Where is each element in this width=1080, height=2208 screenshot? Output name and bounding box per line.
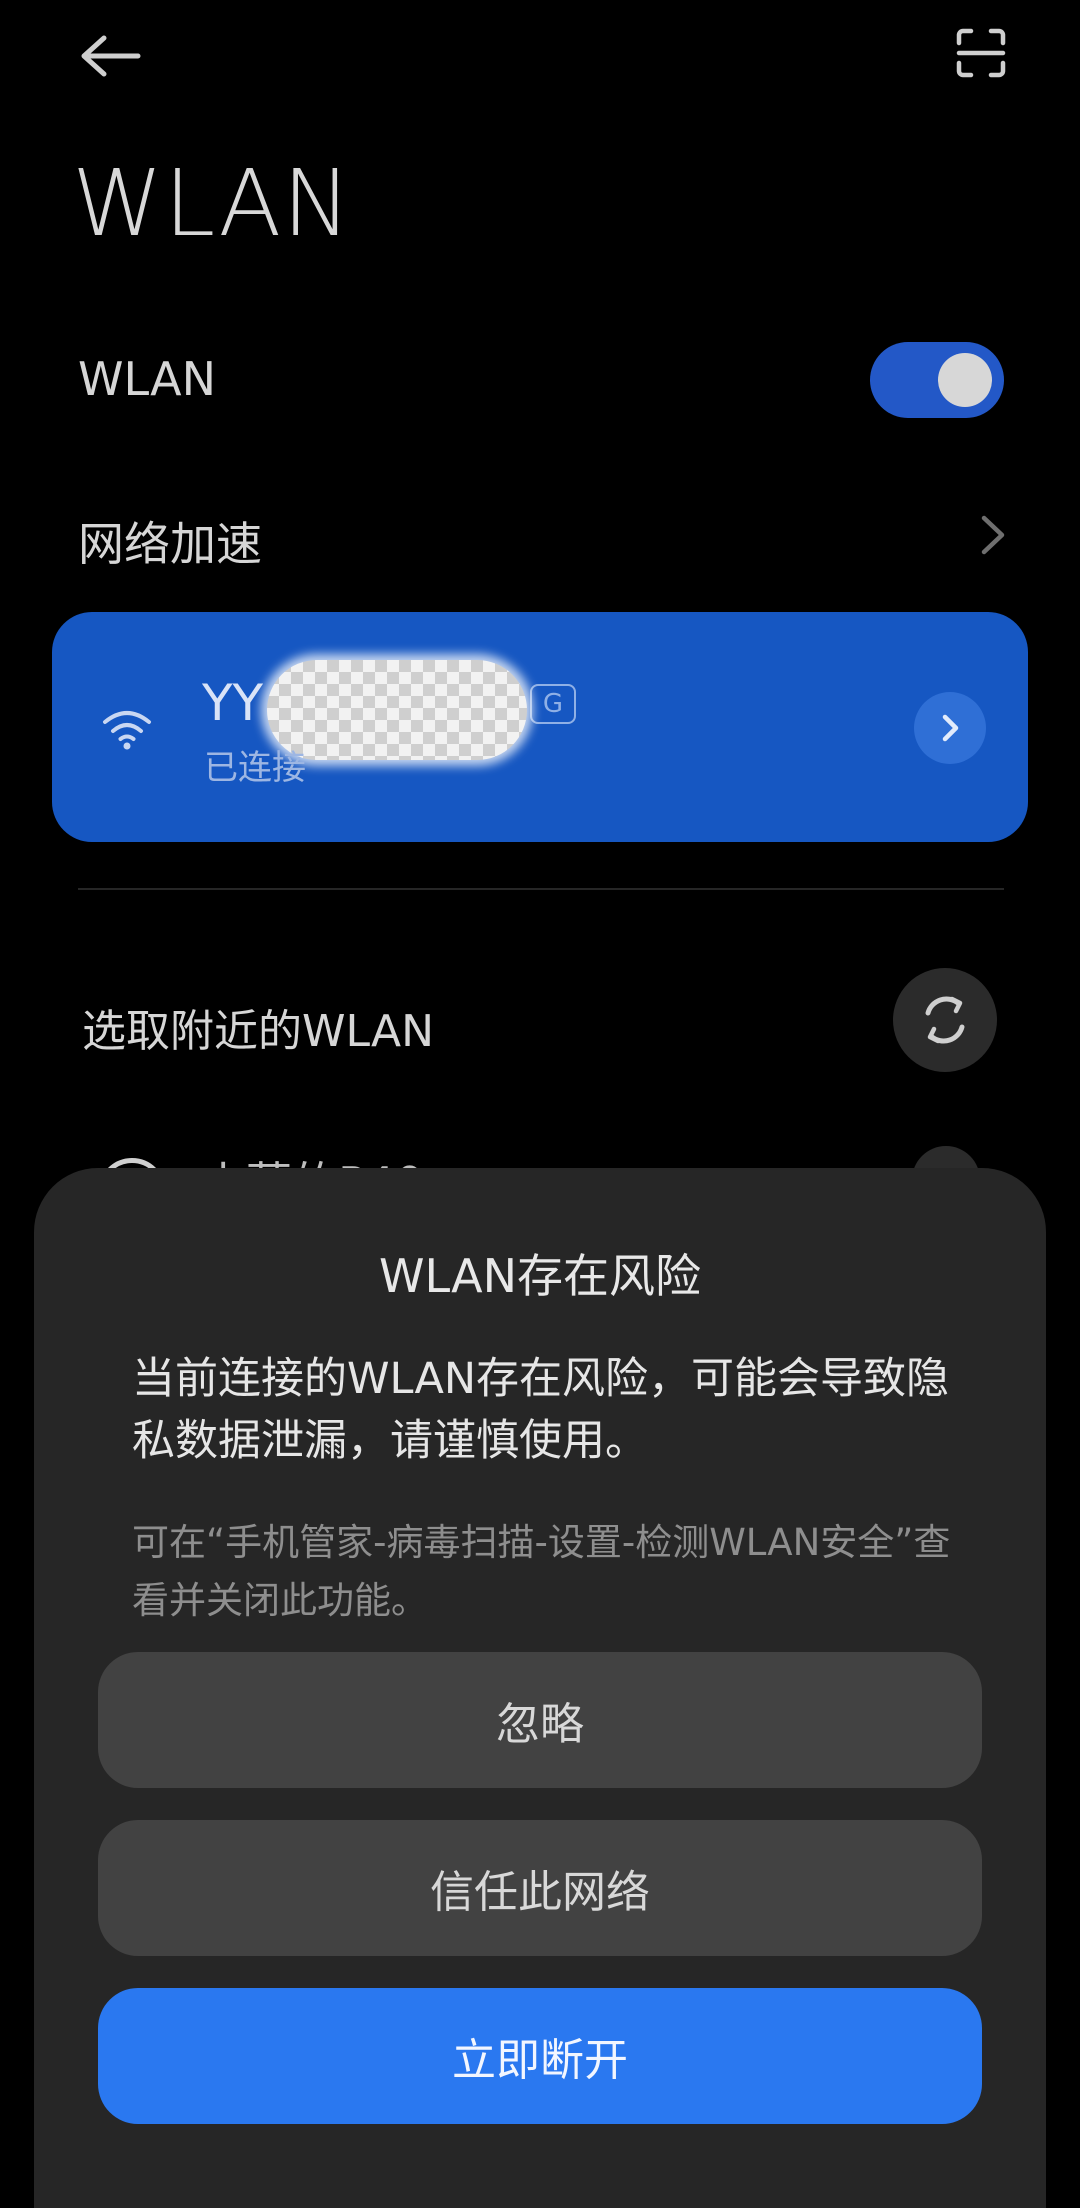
network-details-button[interactable] bbox=[914, 692, 986, 764]
toggle-knob bbox=[938, 353, 992, 407]
refresh-button[interactable] bbox=[893, 968, 997, 1072]
redaction-mask bbox=[267, 660, 527, 760]
scan-button[interactable] bbox=[950, 22, 1012, 84]
disconnect-button[interactable]: 立即断开 bbox=[98, 1988, 982, 2124]
arrow-left-icon bbox=[81, 35, 141, 77]
chevron-right-icon bbox=[942, 714, 959, 742]
trust-network-button[interactable]: 信任此网络 bbox=[98, 1820, 982, 1956]
back-button[interactable] bbox=[70, 22, 150, 90]
page-title: WLAN bbox=[72, 150, 353, 257]
refresh-icon bbox=[925, 996, 965, 1044]
scan-icon bbox=[956, 28, 1006, 78]
dialog-note: 可在“手机管家-病毒扫描-设置-检测WLAN安全”查看并关闭此功能。 bbox=[132, 1521, 951, 1622]
nearby-wlan-label: 选取附近的WLAN bbox=[82, 1006, 435, 1057]
network-speed-item[interactable]: 网络加速 bbox=[78, 508, 262, 574]
dialog-title: WLAN存在风险 bbox=[378, 1249, 702, 1303]
connected-network-card[interactable]: YY G 已连接 bbox=[52, 612, 1028, 842]
connection-status: 已连接 bbox=[204, 748, 306, 788]
dialog-message: 当前连接的WLAN存在风险，可能会导致隐私数据泄漏，请谨慎使用。 bbox=[132, 1354, 950, 1466]
wlan-toggle[interactable] bbox=[870, 342, 1004, 418]
ignore-button[interactable]: 忽略 bbox=[98, 1652, 982, 1788]
network-ssid: YY bbox=[202, 674, 264, 732]
band-badge: G bbox=[530, 684, 576, 724]
wifi-icon bbox=[103, 711, 151, 750]
chevron-right-icon bbox=[972, 510, 1012, 560]
risk-dialog: WLAN存在风险 当前连接的WLAN存在风险，可能会导致隐私数据泄漏，请谨慎使用… bbox=[34, 1168, 1046, 2208]
wlan-toggle-label: WLAN bbox=[78, 352, 217, 406]
divider bbox=[78, 888, 1004, 890]
